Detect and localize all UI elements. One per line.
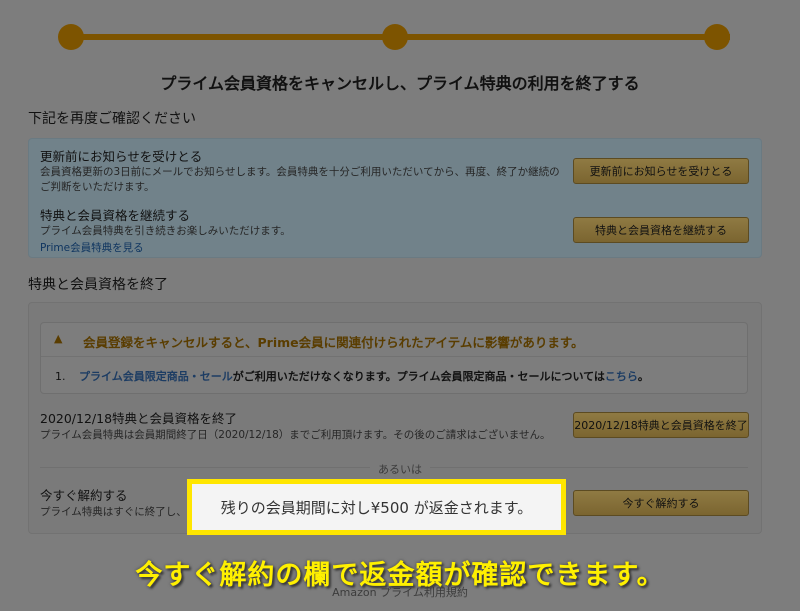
continue-title: 特典と会員資格を継続する — [40, 208, 191, 223]
here-link[interactable]: こちら — [605, 370, 638, 383]
progress-stepper — [58, 24, 730, 50]
end-on-date-button[interactable]: 2020/12/18特典と会員資格を終了 — [573, 412, 749, 438]
end-on-date-title: 2020/12/18特典と会員資格を終了 — [40, 411, 238, 426]
cancel-now-description: プライム特典はすぐに終了し、 — [40, 506, 187, 518]
notify-before-renewal-button[interactable]: 更新前にお知らせを受けとる — [573, 158, 749, 184]
prime-benefits-link[interactable]: Prime会員特典を見る — [40, 240, 144, 255]
page-title: プライム会員資格をキャンセルし、プライム特典の利用を終了する — [160, 74, 640, 93]
progress-step-1 — [58, 24, 84, 50]
or-label-text: あるいは — [370, 463, 430, 476]
prime-exclusive-link[interactable]: プライム会員限定商品・セール — [79, 370, 233, 383]
end-on-date-description: プライム会員特典は会員期間終了日（2020/12/18）までご利用頂けます。その… — [40, 429, 551, 441]
notify-description: 会員資格更新の3日前にメールでお知らせします。会員特典を十分ご利用いただいてから… — [40, 166, 560, 193]
alert-box: ▲ 会員登録をキャンセルすると、Prime会員に関連付けられたアイテムに影響があ… — [40, 322, 748, 394]
confirm-heading: 下記を再度ご確認ください — [28, 111, 196, 127]
alert-title: 会員登録をキャンセルすると、Prime会員に関連付けられたアイテムに影響がありま… — [83, 335, 584, 350]
alert-item-text: がご利用いただけなくなります。プライム会員限定商品・セールについては — [232, 370, 605, 383]
warning-icon: ▲ — [54, 332, 63, 345]
cancel-now-button[interactable]: 今すぐ解約する — [573, 490, 749, 516]
or-divider-label: あるいは — [0, 461, 800, 477]
caption-overlay: 今すぐ解約の欄で返金額が確認できます。 — [135, 560, 665, 591]
refund-callout-text: 残りの会員期間に対し¥500 が返金されます。 — [192, 484, 561, 530]
refund-callout-frame: 残りの会員期間に対し¥500 が返金されます。 — [187, 479, 566, 535]
alert-list-item: 1. プライム会員限定商品・セールがご利用いただけなくなります。プライム会員限定商… — [55, 368, 649, 384]
notify-title: 更新前にお知らせを受けとる — [40, 149, 203, 164]
continue-membership-button[interactable]: 特典と会員資格を継続する — [573, 217, 749, 243]
progress-step-3 — [704, 24, 730, 50]
cancel-now-title: 今すぐ解約する — [40, 488, 128, 503]
continue-description: プライム会員特典を引き続きお楽しみいただけます。 — [40, 225, 291, 237]
end-heading: 特典と会員資格を終了 — [28, 277, 168, 293]
alert-item-end: 。 — [637, 370, 649, 383]
progress-step-2 — [382, 24, 408, 50]
alert-item-number: 1. — [55, 370, 66, 383]
alert-header: ▲ 会員登録をキャンセルすると、Prime会員に関連付けられたアイテムに影響があ… — [41, 323, 747, 357]
